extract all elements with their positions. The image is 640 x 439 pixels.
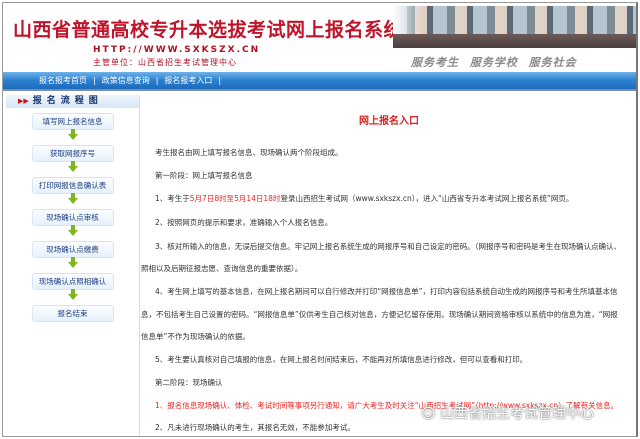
stage1-heading: 第一阶段：网上填写报名信息 — [155, 171, 253, 180]
process-sidebar: ▶▶ 报名流程图 填写网上报名信息 获取网报序号 打印网报信息确认表 现场确认点审… — [6, 95, 140, 436]
exam-room-photo — [393, 6, 636, 48]
arrow-down-icon — [67, 289, 78, 300]
nav-separator: | — [93, 76, 96, 85]
top-nav: 报名报考首页 | 政策信息查询 | 报名报考入口 | — [3, 72, 636, 91]
wechat-watermark: ☺ 山西省招生考试管理中心 — [421, 403, 594, 423]
stage1-item-4-cont: 息，不包括考生自己设置的密码。“网报信息单”仅供考生自己核对信息，方便记忆留存使… — [141, 310, 618, 319]
nav-separator: | — [218, 76, 222, 85]
arrow-down-icon — [67, 193, 78, 204]
stage2-heading: 第二阶段：现场确认 — [155, 378, 223, 387]
watermark-text: 山西省招生考试管理中心 — [440, 406, 595, 422]
page-title: 网上报名入口 — [359, 116, 419, 127]
arrow-down-icon — [67, 257, 78, 268]
stage2-item-2: 2、凡未进行现场确认的考生，其报名无效，不能参加考试。 — [155, 423, 355, 432]
site-header: 山西省普通高校专升本选拔考试网上报名系统 HTTP://WWW.SXKSZX.C… — [3, 3, 636, 71]
nav-register[interactable]: 报名报考入口 — [164, 75, 212, 86]
stage1-item-5: 5、考生要认真核对自己填报的信息，在网上报名时间结束后，不能再对所填信息进行修改… — [155, 355, 528, 364]
nav-separator: | — [155, 76, 159, 85]
intro-text: 考生报名由网上填写报名信息、现场确认两个阶段组成。 — [155, 148, 343, 157]
stage1-item-3: 3、核对所输入的信息，无误后提交信息。牢记网上报名系统生成的网报序号和自己设定的… — [155, 242, 622, 251]
site-slogan: 服务考生 服务学校 服务社会 — [411, 56, 577, 69]
sidebar-heading-text: 报名流程图 — [32, 96, 103, 106]
arrow-down-icon — [67, 225, 78, 236]
stage1-item-1: 1、考生于5月7日8时至5月14日18时登录山西招生考试网（www.sxkszx… — [155, 193, 573, 204]
site-title: 山西省普通高校专升本选拔考试网上报名系统 — [13, 19, 404, 41]
step-print-form[interactable]: 打印网报信息确认表 — [31, 177, 114, 194]
text: 1、考生于 — [155, 194, 190, 203]
browser-page: 山西省普通高校专升本选拔考试网上报名系统 HTTP://WWW.SXKSZX.C… — [2, 2, 638, 437]
stage1-item-4: 4、考生网上填写的基本信息，在网上报名期间可以自行修改并打印“网报信息单”，打印… — [155, 287, 618, 296]
step-fill-info[interactable]: 填写网上报名信息 — [31, 113, 114, 130]
step-review[interactable]: 现场确认点审核 — [31, 209, 114, 226]
double-arrow-icon: ▶▶ — [18, 97, 29, 105]
nav-home[interactable]: 报名报考首页 — [39, 75, 87, 86]
text: 登录山西招生考试网（www.sxkszx.cn），进入“山西省专升本考试网上报名… — [280, 194, 574, 203]
step-get-number[interactable]: 获取网报序号 — [31, 145, 114, 162]
step-photo[interactable]: 现场确认点照相确认 — [31, 273, 114, 290]
wechat-icon: ☺ — [421, 406, 441, 422]
main-content: 网上报名入口 考生报名由网上填写报名信息、现场确认两个阶段组成。 第一阶段：网上… — [141, 95, 636, 436]
step-payment[interactable]: 现场确认点缴费 — [31, 241, 114, 258]
sidebar-heading: ▶▶ 报名流程图 — [6, 95, 139, 108]
site-url: HTTP://WWW.SXKSZX.CN — [93, 45, 261, 55]
registration-period: 5月7日8时至5月14日18时 — [189, 194, 281, 203]
arrow-down-icon — [67, 129, 78, 140]
stage1-item-3-cont: 照相以及后期征报志愿、查询信息的重要依据）。 — [141, 264, 303, 273]
site-org: 主管单位：山西省招生考试管理中心 — [93, 58, 237, 67]
stage1-item-4-cont: 信息单”不作为现场确认的依据。 — [141, 332, 250, 341]
step-finish[interactable]: 报名结束 — [31, 305, 114, 322]
nav-policy[interactable]: 政策信息查询 — [102, 75, 150, 86]
arrow-down-icon — [67, 161, 78, 172]
stage1-item-2: 2、按照网页的提示和要求，准确输入个人报名信息。 — [155, 218, 333, 227]
